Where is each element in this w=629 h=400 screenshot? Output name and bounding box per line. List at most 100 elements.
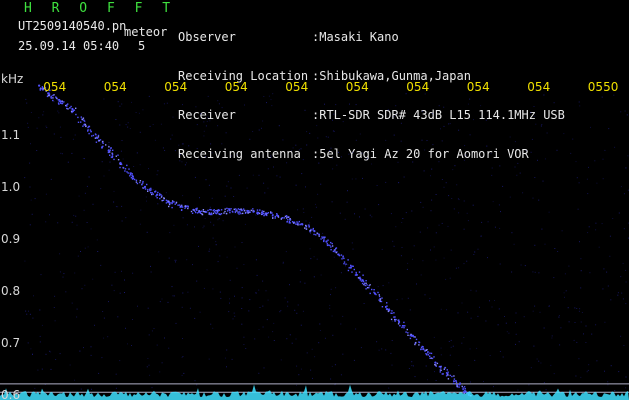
noise-dot bbox=[470, 289, 472, 291]
noise-dot bbox=[267, 299, 269, 301]
noise-dot bbox=[278, 125, 280, 127]
noise-dot bbox=[262, 120, 264, 122]
noise-dot bbox=[610, 299, 612, 301]
noise-dot bbox=[266, 158, 268, 160]
noise-dot bbox=[366, 157, 368, 159]
noise-dot bbox=[175, 259, 177, 261]
trace-dot bbox=[274, 217, 276, 219]
trace-dot bbox=[391, 312, 393, 314]
noise-dot bbox=[296, 384, 297, 386]
x-tick-label: 054 bbox=[467, 80, 490, 94]
noise-dot bbox=[121, 270, 122, 272]
trace-dot bbox=[152, 193, 154, 195]
trace-dot bbox=[295, 223, 297, 225]
trace-dot bbox=[461, 385, 463, 388]
noise-dot bbox=[270, 155, 272, 157]
noise-dot bbox=[108, 169, 110, 171]
noise-dot bbox=[92, 278, 94, 280]
noise-dot bbox=[268, 95, 270, 97]
noise-dot bbox=[457, 312, 459, 314]
noise-dot bbox=[189, 307, 191, 309]
noise-dot bbox=[318, 342, 320, 344]
noise-dot bbox=[499, 263, 501, 265]
noise-dot bbox=[153, 328, 155, 329]
noise-dot bbox=[161, 362, 163, 364]
noise-dot bbox=[339, 212, 341, 214]
noise-dot bbox=[156, 174, 158, 176]
trace-dot bbox=[305, 228, 308, 230]
noise-dot bbox=[595, 229, 597, 231]
noise-dot bbox=[148, 334, 150, 336]
trace-dot bbox=[239, 211, 241, 213]
noise-dot bbox=[586, 178, 588, 180]
noise-dot bbox=[225, 132, 227, 134]
noise-dot bbox=[50, 178, 52, 180]
noise-dot bbox=[458, 129, 460, 131]
noise-dot bbox=[623, 345, 625, 346]
noise-dot bbox=[45, 193, 47, 195]
noise-dot bbox=[408, 331, 410, 333]
noise-dot bbox=[330, 378, 332, 380]
noise-dot bbox=[212, 288, 214, 290]
trace-dot bbox=[160, 194, 162, 196]
trace-dot bbox=[158, 194, 161, 196]
trace-dot bbox=[60, 100, 62, 102]
noise-dot bbox=[432, 144, 434, 146]
noise-dot bbox=[377, 286, 379, 288]
noise-dot bbox=[219, 255, 221, 257]
noise-dot bbox=[474, 251, 476, 253]
trace-dot bbox=[66, 105, 68, 107]
noise-dot bbox=[598, 246, 600, 248]
noise-dot bbox=[108, 301, 109, 303]
trace-dot bbox=[337, 253, 339, 256]
y-tick-label: 0.9 bbox=[1, 232, 20, 246]
trace-dot bbox=[147, 190, 149, 192]
noise-dot bbox=[406, 268, 408, 270]
trace-dot bbox=[350, 264, 352, 267]
trace-dot bbox=[263, 210, 265, 213]
trace-dot bbox=[147, 188, 149, 191]
noise-dot bbox=[280, 310, 282, 312]
noise-dot bbox=[376, 341, 378, 343]
noise-dot bbox=[450, 249, 452, 251]
trace-dot bbox=[248, 211, 250, 214]
noise-dot bbox=[355, 178, 357, 180]
y-tick-label: 0.8 bbox=[1, 284, 20, 298]
trace-dot bbox=[58, 100, 60, 102]
noise-dot bbox=[455, 267, 457, 269]
trace-dot bbox=[165, 202, 168, 204]
noise-dot bbox=[551, 337, 553, 339]
noise-dot bbox=[69, 364, 71, 366]
trace-dot bbox=[70, 105, 72, 108]
noise-dot bbox=[90, 228, 92, 230]
trace-dot bbox=[431, 357, 434, 360]
noise-dot bbox=[285, 251, 287, 253]
trace-dot bbox=[316, 232, 318, 234]
noise-dot bbox=[306, 352, 308, 354]
noise-dot bbox=[210, 221, 212, 223]
trace-dot bbox=[312, 229, 314, 231]
trace-dot bbox=[371, 288, 373, 291]
noise-dot bbox=[329, 304, 331, 306]
noise-dot bbox=[125, 327, 126, 329]
trace-dot bbox=[155, 195, 157, 197]
trace-dot bbox=[108, 150, 110, 152]
noise-dot bbox=[338, 151, 339, 153]
noise-dot bbox=[311, 348, 313, 350]
noise-dot bbox=[182, 217, 184, 219]
noise-dot bbox=[175, 261, 176, 263]
noise-dot bbox=[355, 104, 357, 106]
trace-dot bbox=[330, 249, 332, 251]
trace-dot bbox=[424, 350, 426, 352]
noise-dot bbox=[315, 203, 316, 205]
trace-dot bbox=[249, 211, 251, 213]
noise-dot bbox=[576, 308, 578, 309]
noise-dot bbox=[543, 382, 545, 384]
noise-dot bbox=[129, 128, 131, 129]
noise-dot bbox=[573, 339, 575, 341]
trace-dot bbox=[238, 208, 241, 211]
noise-dot bbox=[548, 211, 550, 213]
noise-dot bbox=[271, 105, 273, 107]
noise-dot bbox=[400, 140, 402, 142]
trace-dot bbox=[324, 236, 326, 238]
